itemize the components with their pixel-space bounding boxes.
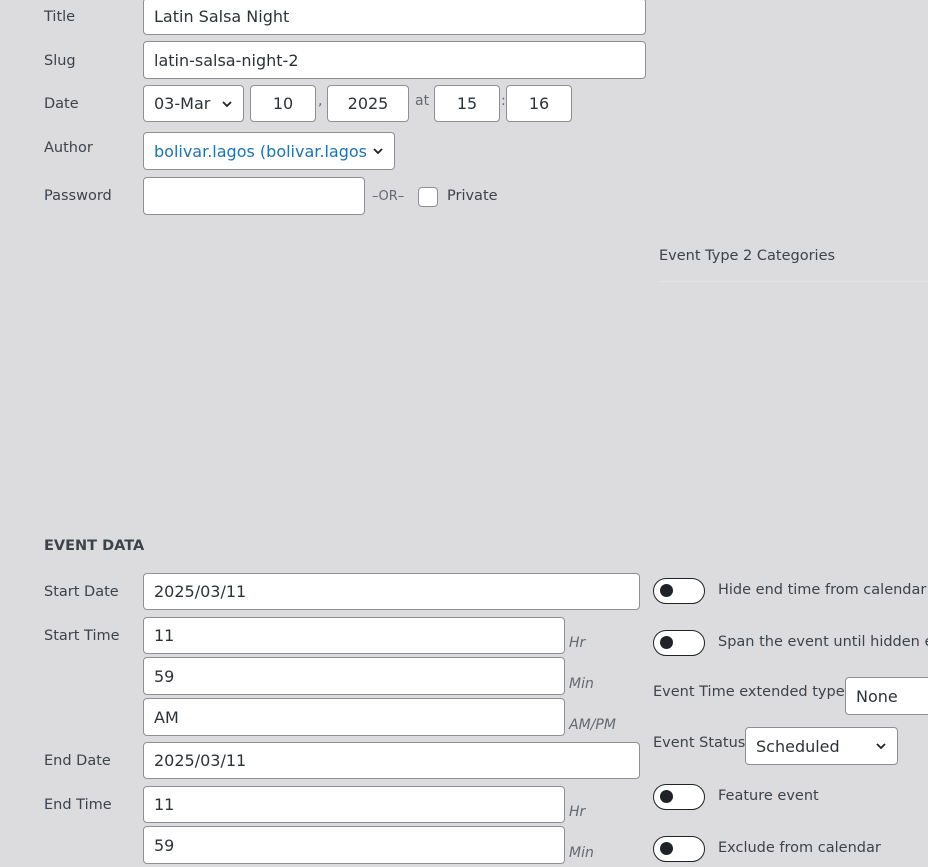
hide-end-time-label: Hide end time from calendar [718, 582, 927, 598]
end-time-label: End Time [44, 797, 112, 813]
date-month-value: 03-Mar [154, 94, 211, 113]
author-label: Author [44, 140, 93, 156]
extended-type-label: Event Time extended type [653, 684, 845, 700]
date-minute-input[interactable]: 16 [506, 85, 572, 122]
start-hour-unit: Hr [569, 635, 586, 651]
private-label: Private [447, 188, 498, 204]
chevron-down-icon [222, 100, 232, 107]
start-time-label: Start Time [44, 628, 120, 644]
author-value: bolivar.lagos (bolivar.lagos) [154, 141, 366, 161]
end-hour-input[interactable]: 11 [143, 786, 565, 823]
slug-label: Slug [44, 53, 76, 69]
start-min-unit: Min [569, 676, 594, 692]
chevron-down-icon [373, 148, 383, 155]
title-label: Title [44, 9, 76, 25]
toggle-knob [660, 636, 673, 649]
extended-type-select[interactable]: None [845, 677, 928, 715]
author-select[interactable]: bolivar.lagos (bolivar.lagos) [143, 132, 395, 170]
private-checkbox[interactable] [418, 187, 438, 207]
event-type-2-checklist[interactable] [659, 281, 928, 516]
status-label: Event Status [653, 735, 746, 751]
end-date-label: End Date [44, 753, 111, 769]
end-min-unit: Min [569, 845, 594, 861]
password-label: Password [44, 188, 112, 204]
start-min-input[interactable]: 59 [143, 657, 565, 695]
toggle-knob [660, 842, 673, 855]
start-date-input[interactable]: 2025/03/11 [143, 573, 640, 610]
date-comma: , [318, 93, 323, 109]
exclude-calendar-toggle[interactable] [653, 836, 705, 862]
or-text: –OR– [372, 189, 405, 204]
toggle-knob [660, 584, 673, 597]
status-value: Scheduled [756, 736, 840, 756]
date-year-input[interactable]: 2025 [327, 85, 409, 122]
end-min-input[interactable]: 59 [143, 826, 565, 864]
start-ampm-unit: AM/PM [569, 717, 616, 733]
date-day-input[interactable]: 10 [250, 85, 316, 122]
chevron-down-icon [876, 743, 886, 750]
hide-end-time-toggle[interactable] [653, 578, 705, 604]
password-input[interactable] [143, 177, 365, 215]
event-data-heading: EVENT DATA [44, 538, 145, 554]
end-hour-unit: Hr [569, 804, 586, 820]
exclude-calendar-label: Exclude from calendar [718, 840, 881, 856]
date-label: Date [44, 96, 79, 112]
start-hour-input[interactable]: 11 [143, 617, 565, 654]
toggle-knob [660, 790, 673, 803]
date-hour-input[interactable]: 15 [434, 85, 500, 122]
date-at-text: at [415, 93, 430, 109]
event-type-2-label: Event Type 2 Categories [659, 248, 836, 264]
feature-event-label: Feature event [718, 788, 819, 804]
start-date-label: Start Date [44, 584, 119, 600]
title-input[interactable]: Latin Salsa Night [143, 0, 646, 35]
start-ampm-input[interactable]: AM [143, 698, 565, 736]
feature-event-toggle[interactable] [653, 784, 705, 810]
date-colon: : [501, 93, 506, 109]
date-month-select[interactable]: 03-Mar [143, 85, 244, 122]
end-date-input[interactable]: 2025/03/11 [143, 742, 640, 779]
slug-input[interactable]: latin-salsa-night-2 [143, 41, 646, 79]
span-event-label: Span the event until hidden e [718, 634, 928, 650]
status-select[interactable]: Scheduled [745, 727, 898, 765]
span-event-toggle[interactable] [653, 630, 705, 656]
